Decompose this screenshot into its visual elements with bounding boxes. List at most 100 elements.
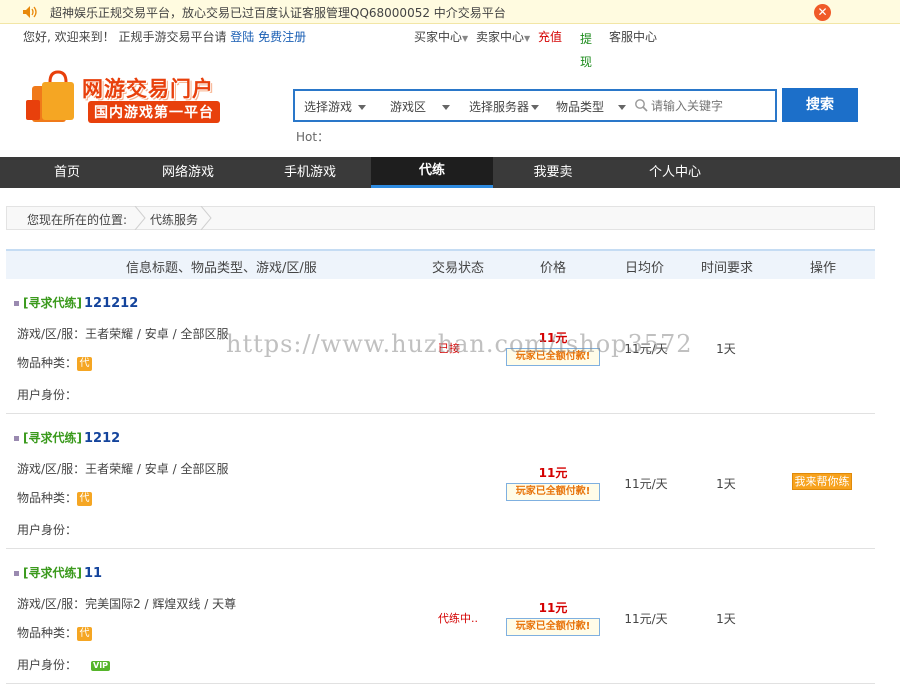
row-game-value: 王者荣耀 / 安卓 / 全部区服 — [85, 327, 229, 341]
item-type-select[interactable]: 物品类型 — [556, 98, 627, 115]
area-select-label: 游戏区 — [390, 100, 427, 114]
row-game-value: 完美国际2 / 辉煌双线 / 天尊 — [85, 597, 237, 611]
chevron-down-icon — [531, 105, 540, 110]
row-identity-label: 用户身份： — [17, 658, 78, 672]
recharge-link[interactable]: 充值 — [538, 28, 562, 45]
row-price: 11元玩家已全额付款! — [506, 329, 600, 366]
row-type: 物品种类：代 — [17, 624, 93, 641]
table-row: [寻求代练] 11 游戏/区/服：完美国际2 / 辉煌双线 / 天尊 物品种类：代… — [6, 549, 875, 684]
boost-type-icon: 代 — [77, 356, 93, 371]
withdraw-link[interactable]: 提现 — [580, 28, 594, 74]
boost-type-icon: 代 — [77, 491, 93, 506]
bullet-icon — [14, 436, 19, 441]
breadcrumb-separator-icon — [134, 206, 146, 230]
row-game: 游戏/区/服：王者荣耀 / 安卓 / 全部区服 — [17, 325, 228, 342]
col-status: 交易状态 — [432, 261, 485, 276]
logo-title: 网游交易门户 — [82, 77, 214, 101]
breadcrumb: 您现在所在的位置: 代练服务 — [6, 206, 875, 230]
welcome-label: 您好, 欢迎来到！ 正规手游交易平台请 — [23, 30, 227, 44]
paid-badge: 玩家已全额付款! — [506, 348, 600, 366]
row-game-value: 王者荣耀 / 安卓 / 全部区服 — [85, 462, 229, 476]
area-select[interactable]: 游戏区 — [390, 98, 451, 115]
breadcrumb-current[interactable]: 代练服务 — [150, 211, 198, 228]
vip-icon: VIP — [91, 660, 111, 671]
close-icon[interactable]: ✕ — [814, 4, 831, 21]
bullet-icon — [14, 571, 19, 576]
search-bar: 选择游戏 游戏区 选择服务器 物品类型 — [293, 89, 777, 122]
row-identity-label: 用户身份： — [17, 523, 78, 537]
row-identity-label: 用户身份： — [17, 388, 78, 402]
row-title[interactable]: [寻求代练] 1212 — [14, 429, 120, 446]
take-order-button[interactable]: 我来帮你练 — [792, 473, 852, 490]
chevron-down-icon — [442, 105, 451, 110]
row-tag: [寻求代练] — [23, 431, 82, 445]
col-price: 价格 — [540, 261, 567, 276]
search-icon — [635, 99, 648, 112]
top-links: 您好, 欢迎来到！ 正规手游交易平台请 登陆 免费注册 买家中心▼ 卖家中心▼ … — [0, 26, 900, 70]
seller-center-link[interactable]: 卖家中心▼ — [476, 28, 530, 45]
game-select[interactable]: 选择游戏 — [304, 98, 367, 115]
table-row: [寻求代练] 1212 游戏/区/服：王者荣耀 / 安卓 / 全部区服 物品种类：… — [6, 414, 875, 549]
row-price: 11元玩家已全额付款! — [506, 599, 600, 636]
row-game-label: 游戏/区/服： — [17, 597, 86, 611]
row-identity: 用户身份： VIP — [17, 656, 111, 673]
row-tag: [寻求代练] — [23, 296, 82, 310]
table-row: [寻求代练] 121212 游戏/区/服：王者荣耀 / 安卓 / 全部区服 物品种… — [6, 279, 875, 414]
buyer-center-label: 买家中心 — [414, 30, 463, 44]
bullet-icon — [14, 301, 19, 306]
col-time: 时间要求 — [701, 261, 754, 276]
col-avg-price: 日均价 — [625, 261, 665, 276]
server-select-label: 选择服务器 — [469, 100, 530, 114]
notice-bar: 超神娱乐正规交易平台，放心交易已过百度认证客服管理QQ68000052 中介交易… — [0, 0, 900, 24]
logo-subtitle: 国内游戏第一平台 — [88, 101, 220, 123]
item-type-select-label: 物品类型 — [556, 100, 605, 114]
row-type: 物品种类：代 — [17, 489, 93, 506]
login-link[interactable]: 登陆 — [230, 30, 254, 44]
chevron-down-icon: ▼ — [462, 34, 469, 43]
nav-mobile-games[interactable]: 手机游戏 — [249, 157, 371, 188]
register-link[interactable]: 免费注册 — [258, 30, 306, 44]
row-price-value: 11元 — [538, 331, 568, 345]
nav-boosting[interactable]: 代练 — [371, 157, 493, 188]
row-title[interactable]: [寻求代练] 121212 — [14, 294, 138, 311]
service-center-link[interactable]: 客服中心 — [609, 28, 657, 45]
table-header: 信息标题、物品类型、游戏/区/服 交易状态 价格 日均价 时间要求 操作 — [6, 249, 875, 279]
row-price-value: 11元 — [538, 601, 568, 615]
search-input[interactable] — [651, 96, 771, 116]
nav-online-games[interactable]: 网络游戏 — [127, 157, 249, 188]
row-price: 11元玩家已全额付款! — [506, 464, 600, 501]
row-type-label: 物品种类： — [17, 491, 78, 505]
row-status: 已接 — [438, 342, 460, 355]
row-status: 代练中.. — [438, 612, 478, 625]
search-button[interactable]: 搜索 — [782, 88, 858, 122]
row-type: 物品种类：代 — [17, 354, 93, 371]
notice-text: 超神娱乐正规交易平台，放心交易已过百度认证客服管理QQ68000052 中介交易… — [50, 6, 506, 20]
col-action: 操作 — [810, 261, 837, 276]
row-title[interactable]: [寻求代练] 11 — [14, 564, 102, 581]
welcome-text: 您好, 欢迎来到！ 正规手游交易平台请 登陆 免费注册 — [23, 28, 306, 45]
server-select[interactable]: 选择服务器 — [469, 98, 540, 115]
nav-sell[interactable]: 我要卖 — [492, 157, 614, 188]
nav-personal-center[interactable]: 个人中心 — [614, 157, 736, 188]
row-time: 1天 — [716, 477, 736, 491]
row-type-label: 物品种类： — [17, 626, 78, 640]
row-game: 游戏/区/服：完美国际2 / 辉煌双线 / 天尊 — [17, 595, 236, 612]
row-price-value: 11元 — [538, 466, 568, 480]
nav-home[interactable]: 首页 — [6, 157, 128, 188]
breadcrumb-separator-icon — [200, 206, 212, 230]
paid-badge: 玩家已全额付款! — [506, 618, 600, 636]
buyer-center-link[interactable]: 买家中心▼ — [414, 28, 468, 45]
row-time: 1天 — [716, 612, 736, 626]
chevron-down-icon — [358, 105, 367, 110]
paid-badge: 玩家已全额付款! — [506, 483, 600, 501]
col-title: 信息标题、物品类型、游戏/区/服 — [126, 261, 317, 276]
row-name: 121212 — [83, 296, 139, 311]
chevron-down-icon — [618, 105, 627, 110]
speaker-icon — [23, 6, 37, 18]
row-game-label: 游戏/区/服： — [17, 327, 86, 341]
boost-type-icon: 代 — [77, 626, 93, 641]
chevron-down-icon: ▼ — [524, 34, 531, 43]
row-tag: [寻求代练] — [23, 566, 82, 580]
site-logo[interactable]: 网游交易门户 国内游戏第一平台 — [24, 70, 244, 128]
row-avg-price: 11元/天 — [624, 612, 668, 626]
